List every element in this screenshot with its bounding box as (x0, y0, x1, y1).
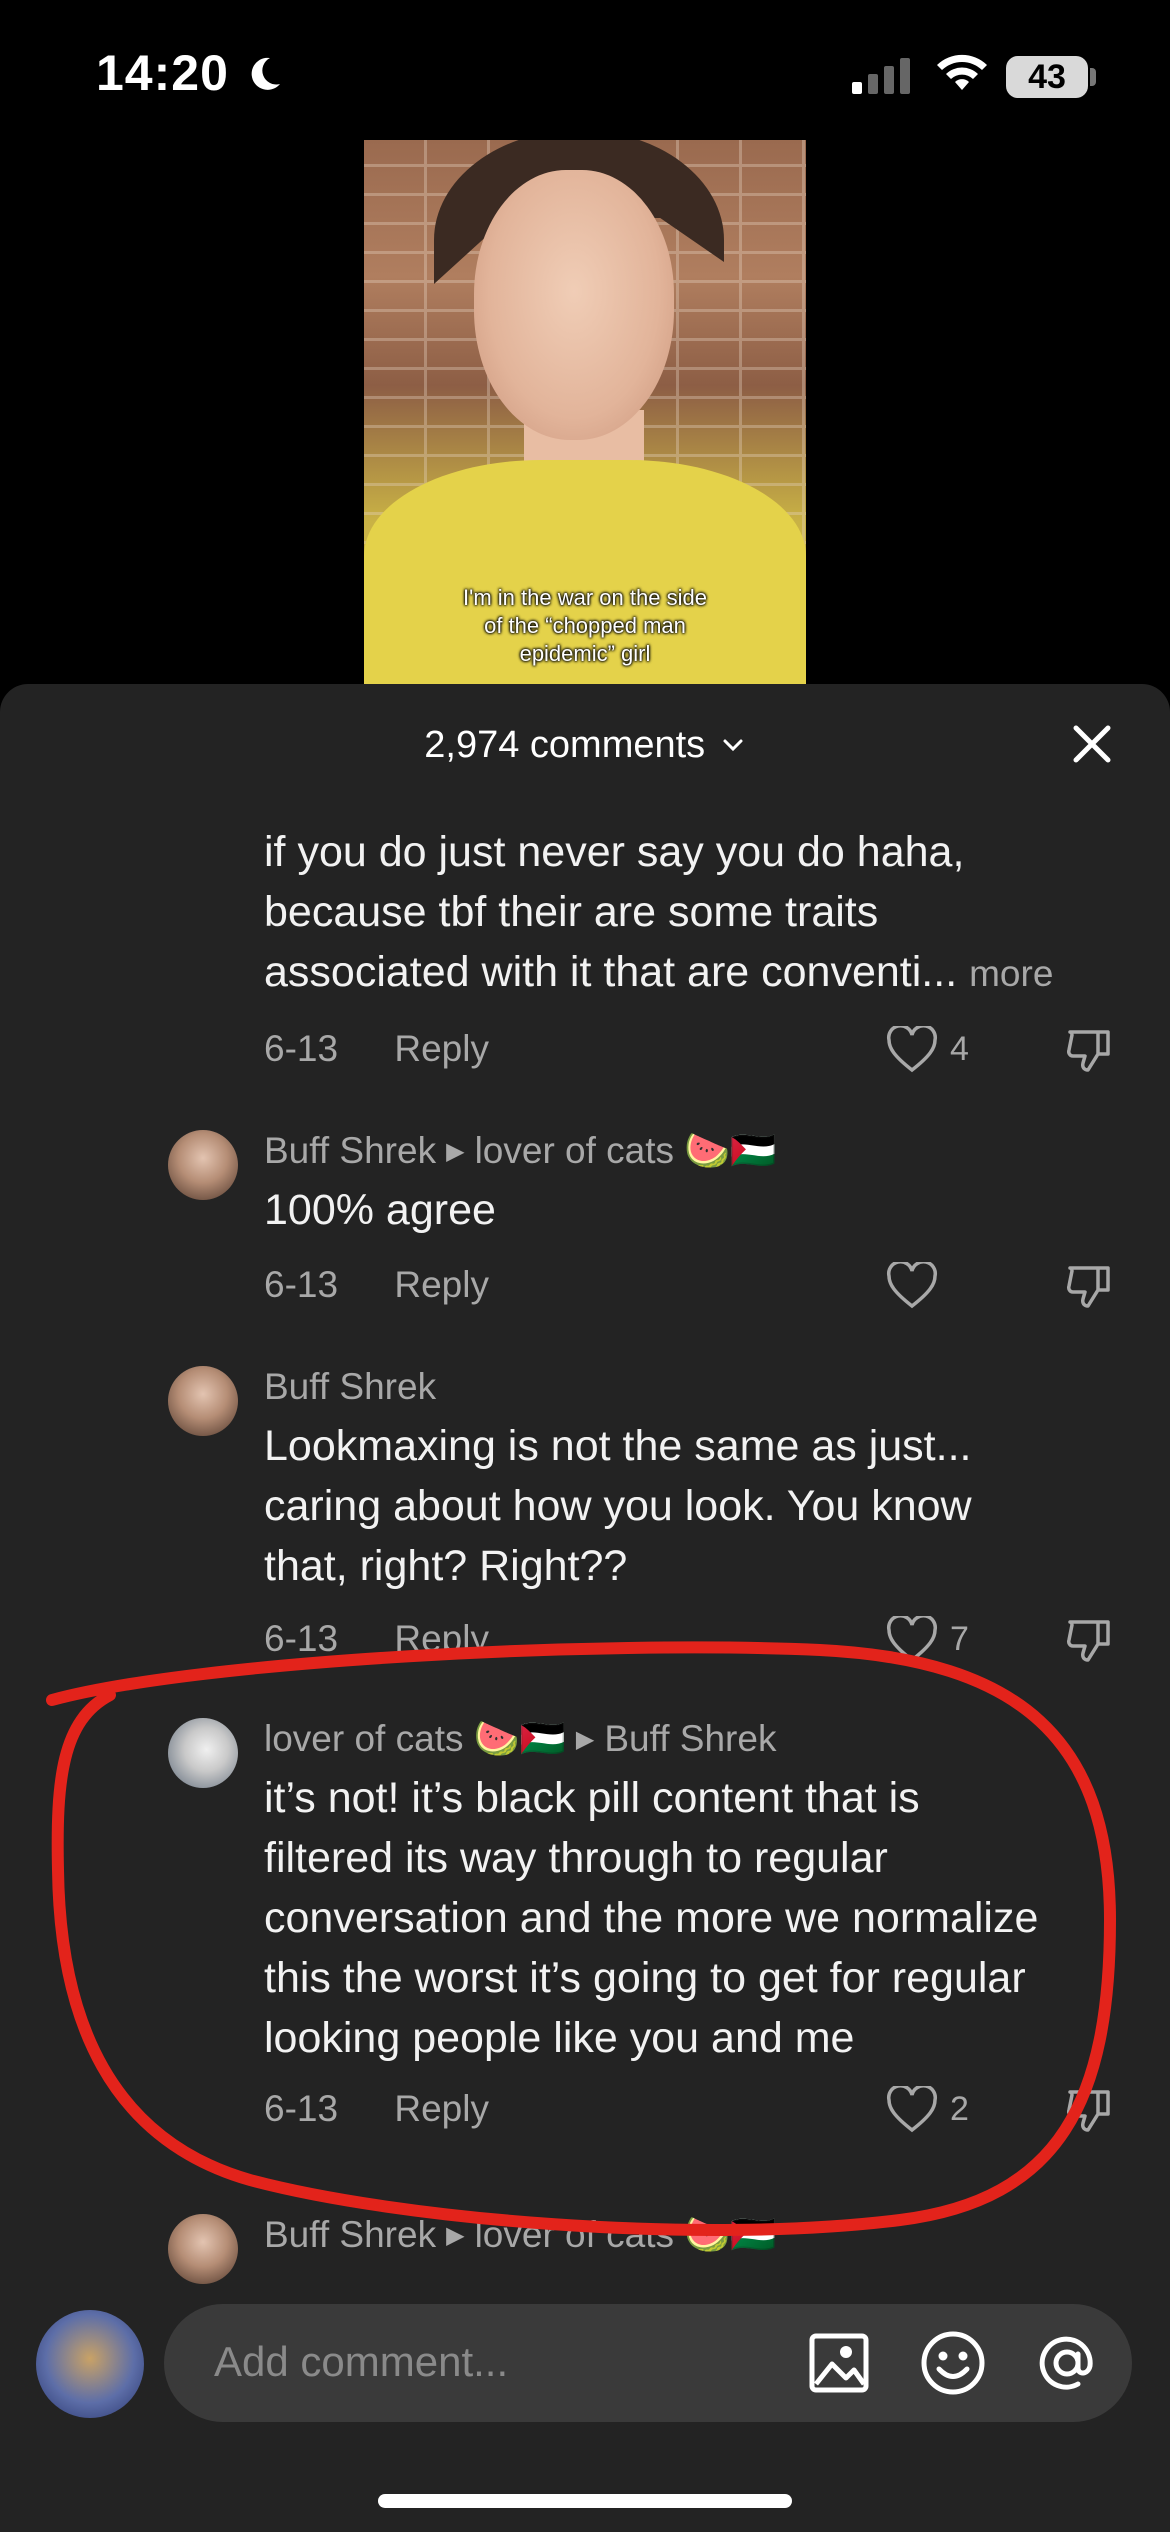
caption-line: epidemic” girl (519, 641, 651, 666)
comment-line-text: associated with it that are conventi... (264, 948, 958, 996)
emoji-icon[interactable] (918, 2328, 988, 2398)
comment-line: caring about how you look. You know (264, 1482, 972, 1530)
comment-author[interactable]: Buff Shrek (264, 1130, 436, 1171)
status-time: 14:20 (96, 45, 229, 101)
more-link[interactable]: more (969, 953, 1053, 994)
comment-meta: 6-13 Reply (264, 1618, 489, 1660)
reply-to-author[interactable]: Buff Shrek (604, 1718, 776, 1759)
like-count: 7 (950, 1620, 969, 1658)
comment-date: 6-13 (264, 1028, 339, 1069)
battery-indicator: 43 (1006, 56, 1088, 98)
comment-body: 100% agree (264, 1180, 1144, 1240)
image-icon[interactable] (804, 2328, 874, 2398)
heart-icon[interactable] (886, 1262, 938, 1310)
caption-line: I'm in the war on the side (463, 585, 707, 610)
reply-arrow-icon: ▶ (575, 1726, 595, 1753)
status-bar: 14:20 43 (0, 0, 1170, 140)
comment-meta: 6-13 Reply (264, 1028, 489, 1070)
comment-date: 6-13 (264, 2088, 339, 2129)
comment-meta: 6-13 Reply (264, 2088, 489, 2130)
comment-line: looking people like you and me (264, 2014, 855, 2062)
comment-meta: 6-13 Reply (264, 1264, 489, 1306)
comment-author[interactable]: Buff Shrek (264, 2214, 436, 2255)
comment-author[interactable]: lover of cats 🍉🇵🇸 (264, 1718, 566, 1759)
comment-author-line: lover of cats 🍉🇵🇸 ▶ Buff Shrek (264, 1718, 776, 1761)
thumbs-down-icon[interactable] (1064, 1260, 1114, 1310)
comment-line: filtered its way through to regular (264, 1834, 888, 1882)
avatar[interactable] (168, 1718, 238, 1788)
video-preview[interactable]: I'm in the war on the side of the “chopp… (364, 140, 806, 686)
comment-count: 2,974 comments (424, 724, 706, 766)
avatar[interactable] (168, 1366, 238, 1436)
like-count: 4 (950, 1030, 969, 1068)
comment-count-header[interactable]: 2,974 comments (0, 724, 1170, 767)
reply-button[interactable]: Reply (394, 1618, 489, 1659)
comment-line: that, right? Right?? (264, 1542, 628, 1590)
heart-icon[interactable] (886, 1026, 938, 1074)
comment-author-line: Buff Shrek (264, 1366, 436, 1408)
thumbs-down-icon[interactable] (1064, 1024, 1114, 1074)
avatar[interactable] (168, 1130, 238, 1200)
heart-icon[interactable] (886, 2086, 938, 2134)
comment-line: if you do just never say you do haha, (264, 828, 965, 876)
reply-arrow-icon: ▶ (446, 2222, 465, 2249)
comment-line: associated with it that are conventi... … (264, 942, 1144, 1004)
comment-body: Lookmaxing is not the same as just... ca… (264, 1416, 1144, 1596)
add-comment-placeholder: Add comment... (214, 2338, 509, 2385)
reply-to-author[interactable]: lover of cats 🍉🇵🇸 (475, 1130, 777, 1171)
comment-author-line: Buff Shrek ▶ lover of cats 🍉🇵🇸 (264, 1130, 776, 1173)
reply-button[interactable]: Reply (394, 2088, 489, 2129)
wifi-icon (937, 54, 987, 90)
comment-line: this the worst it’s going to get for reg… (264, 1954, 1026, 2002)
reply-to-author[interactable]: lover of cats 🍉🇵🇸 (475, 2214, 777, 2255)
heart-icon[interactable] (886, 1616, 938, 1664)
mention-icon[interactable] (1032, 2328, 1102, 2398)
thumbs-down-icon[interactable] (1064, 2084, 1114, 2134)
comment-line: because tbf their are some traits (264, 888, 879, 936)
comment-date: 6-13 (264, 1264, 339, 1305)
reply-button[interactable]: Reply (394, 1264, 489, 1305)
comment-line: it’s not! it’s black pill content that i… (264, 1774, 920, 1822)
current-user-avatar[interactable] (36, 2310, 144, 2418)
home-indicator[interactable] (378, 2494, 792, 2508)
cellular-signal-icon (852, 58, 910, 94)
reply-arrow-icon: ▶ (446, 1138, 465, 1165)
close-icon[interactable] (1068, 720, 1116, 768)
comments-sheet: 2,974 comments if you do just never say … (0, 684, 1170, 2532)
comment-body: it’s not! it’s black pill content that i… (264, 1768, 1144, 2068)
comment-line: conversation and the more we normalize (264, 1894, 1039, 1942)
comment-body: if you do just never say you do haha, be… (264, 822, 1144, 1004)
chevron-down-icon (723, 739, 743, 752)
face-shape (474, 170, 674, 440)
caption-line: of the “chopped man (484, 613, 686, 638)
comment-line: Lookmaxing is not the same as just... (264, 1422, 972, 1470)
comment-author[interactable]: Buff Shrek (264, 1366, 436, 1407)
comment-line: 100% agree (264, 1186, 496, 1234)
like-count: 2 (950, 2090, 969, 2128)
comment-date: 6-13 (264, 1618, 339, 1659)
video-caption: I'm in the war on the side of the “chopp… (364, 584, 806, 668)
avatar[interactable] (168, 2214, 238, 2284)
moon-icon (251, 57, 280, 90)
reply-button[interactable]: Reply (394, 1028, 489, 1069)
battery-cap (1090, 68, 1096, 86)
comment-author-line: Buff Shrek ▶ lover of cats 🍉🇵🇸 (264, 2214, 776, 2257)
thumbs-down-icon[interactable] (1064, 1614, 1114, 1664)
